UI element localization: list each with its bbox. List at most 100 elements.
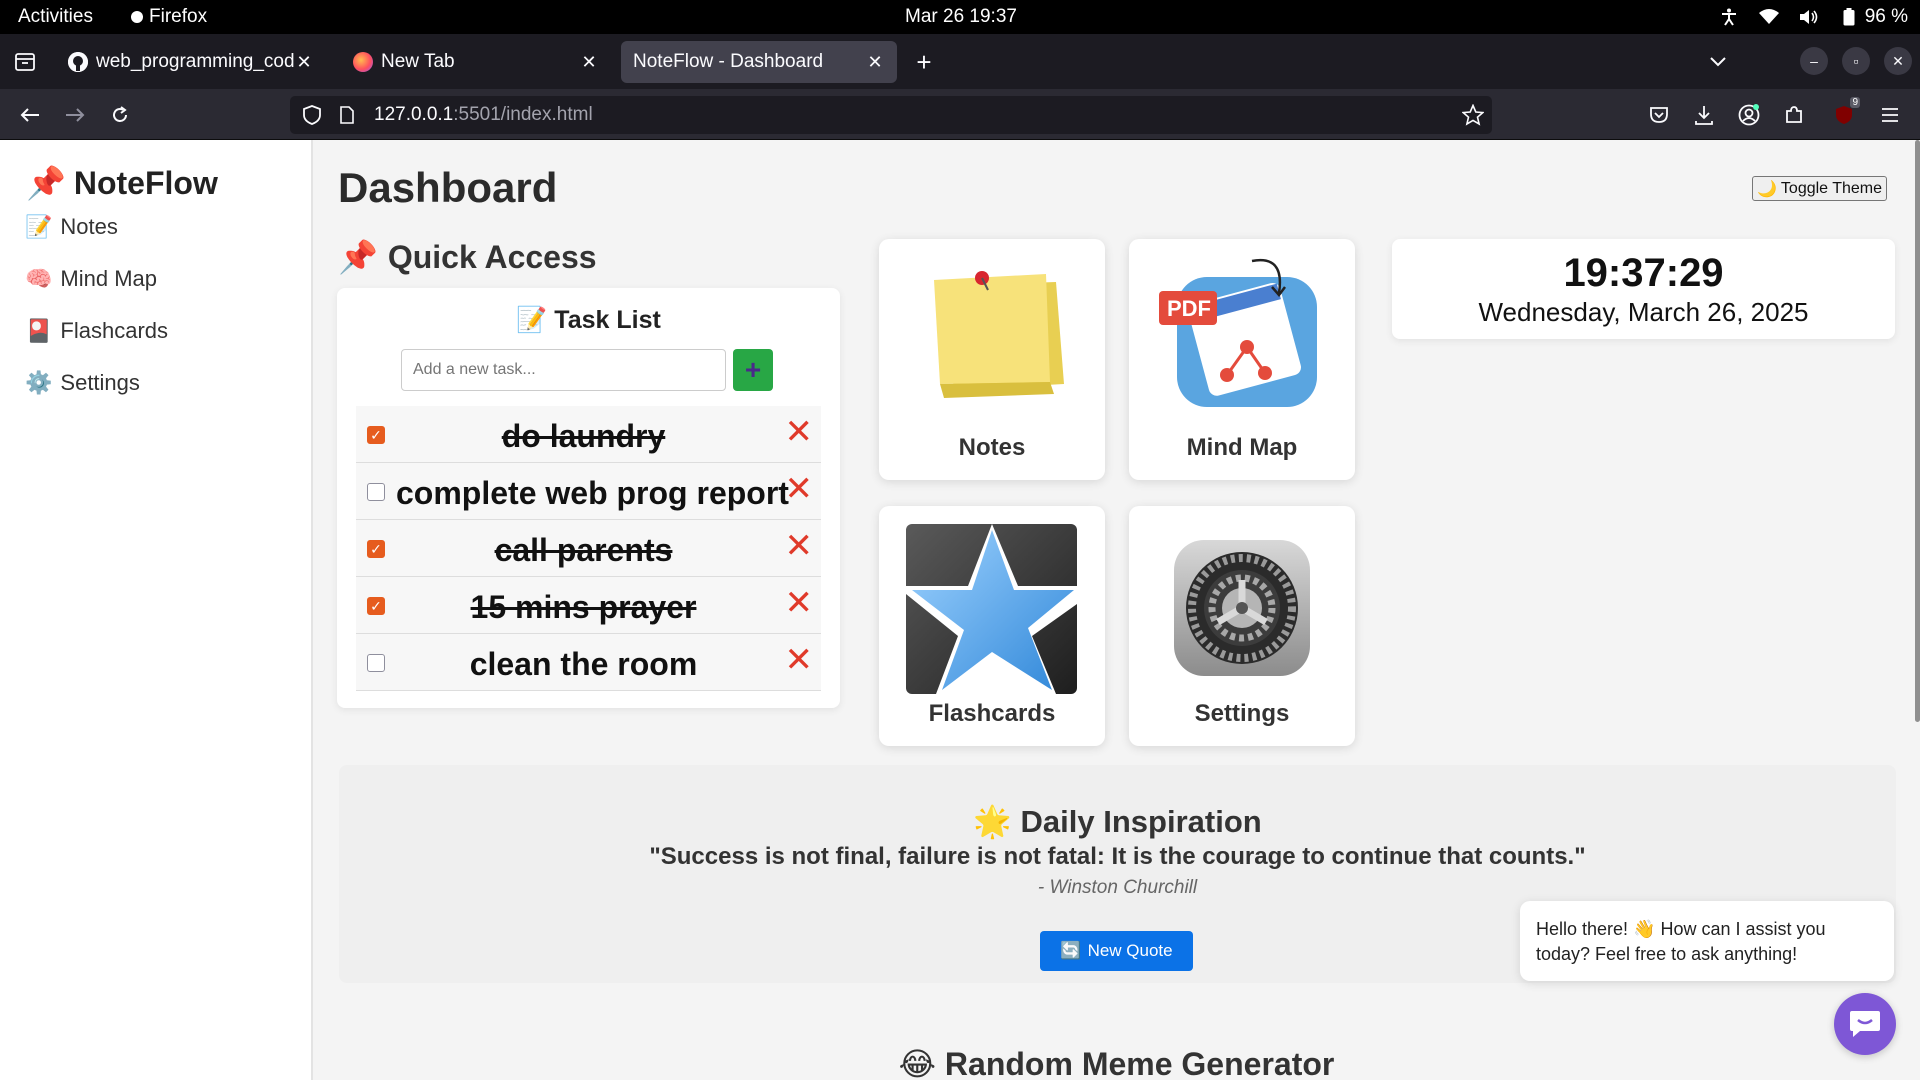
url-text[interactable]: 127.0.0.1:5501/index.html: [374, 104, 593, 126]
volume-icon[interactable]: [1799, 7, 1819, 27]
app-name: Firefox: [149, 6, 208, 27]
chat-greeting-bubble[interactable]: Hello there! 👋 How can I assist you toda…: [1520, 901, 1894, 981]
tile-notes[interactable]: Notes: [879, 239, 1105, 480]
task-checkbox[interactable]: ✓: [367, 597, 385, 615]
sidebar-item-mind-map[interactable]: 🧠 Mind Map: [25, 266, 157, 292]
url-bar[interactable]: 127.0.0.1:5501/index.html: [290, 96, 1492, 134]
new-task-input[interactable]: [401, 349, 726, 391]
close-tab-icon[interactable]: ✕: [294, 52, 314, 73]
new-quote-button[interactable]: 🔄 New Quote: [1040, 931, 1193, 971]
inspiration-title: Daily Inspiration: [1020, 804, 1262, 839]
sidebar: 📌 NoteFlow 📝 Notes 🧠 Mind Map 🎴 Flashcar…: [0, 140, 313, 1080]
extension-badge: 9: [1850, 97, 1860, 108]
gear-icon: ⚙️: [25, 370, 53, 395]
browser-nav-bar: 127.0.0.1:5501/index.html 9: [0, 89, 1920, 140]
task-item: clean the room ✕: [356, 634, 821, 691]
toggle-theme-label: Toggle Theme: [1780, 179, 1883, 197]
tab-new-tab[interactable]: New Tab ✕: [341, 41, 611, 83]
firefox-view-icon[interactable]: [7, 44, 43, 80]
task-text: do laundry: [501, 418, 666, 454]
tile-flashcards[interactable]: Flashcards: [879, 506, 1105, 746]
task-text: complete web prog report: [396, 475, 789, 511]
quote-author: - Winston Churchill: [1037, 877, 1198, 898]
new-quote-label: New Quote: [1087, 941, 1173, 960]
activities-button[interactable]: Activities: [18, 6, 93, 28]
github-icon: [68, 52, 88, 72]
sidebar-item-label: Settings: [60, 370, 140, 395]
reload-icon[interactable]: [102, 97, 138, 133]
flower-cards-icon: 🎴: [25, 318, 53, 343]
task-checkbox[interactable]: ✓: [367, 426, 385, 444]
tile-label: Settings: [1194, 700, 1290, 727]
refresh-icon: 🔄: [1060, 941, 1082, 960]
extensions-puzzle-icon[interactable]: [1776, 97, 1812, 133]
add-task-button[interactable]: +: [733, 349, 773, 391]
sidebar-item-label: Notes: [60, 214, 118, 239]
battery-percent: 96 %: [1864, 6, 1908, 27]
brand[interactable]: 📌 NoteFlow: [26, 164, 218, 202]
delete-task-icon[interactable]: ✕: [785, 472, 814, 506]
back-arrow-icon[interactable]: [12, 97, 48, 133]
account-icon[interactable]: [1731, 97, 1767, 133]
delete-task-icon[interactable]: ✕: [785, 529, 814, 563]
bookmark-star-icon[interactable]: [1461, 103, 1485, 132]
ublock-extension-icon[interactable]: 9: [1826, 97, 1862, 133]
delete-task-icon[interactable]: ✕: [785, 586, 814, 620]
hamburger-menu-icon[interactable]: [1872, 97, 1908, 133]
memo-icon: 📝: [516, 306, 548, 334]
meme-title: Random Meme Generator: [944, 1046, 1335, 1080]
tab-title: web_programming_code: [96, 51, 294, 72]
brain-icon: 🧠: [25, 266, 53, 291]
new-tab-plus-icon[interactable]: +: [906, 44, 942, 80]
clock-time: 19:37:29: [1563, 251, 1724, 295]
close-tab-icon[interactable]: ✕: [579, 52, 599, 73]
app-menu[interactable]: Firefox: [131, 6, 207, 28]
task-checkbox[interactable]: ✓: [367, 540, 385, 558]
page-scrollbar[interactable]: [1915, 140, 1920, 722]
task-item: complete web prog report ✕: [356, 463, 821, 520]
system-top-bar: Activities Firefox Mar 26 19:37 96 %: [0, 0, 1920, 34]
browser-tab-strip: web_programming_code ✕ New Tab ✕ NoteFlo…: [0, 34, 1920, 89]
task-checkbox[interactable]: [367, 654, 385, 672]
tab-noteflow-dashboard[interactable]: NoteFlow - Dashboard ✕: [621, 41, 897, 83]
forward-arrow-icon[interactable]: [57, 97, 93, 133]
delete-task-icon[interactable]: ✕: [785, 643, 814, 677]
sidebar-item-flashcards[interactable]: 🎴 Flashcards: [25, 318, 168, 344]
close-window-icon[interactable]: ✕: [1884, 47, 1912, 75]
tile-settings[interactable]: Settings: [1129, 506, 1355, 746]
shield-icon[interactable]: [290, 105, 334, 125]
tab-list-chevron-icon[interactable]: [1700, 44, 1736, 80]
chat-launcher-button[interactable]: [1834, 993, 1896, 1055]
tile-mind-map[interactable]: PDF Mind Map: [1129, 239, 1355, 480]
task-text: clean the room: [469, 646, 698, 682]
firefox-icon: [353, 52, 373, 72]
task-text: 15 mins prayer: [470, 589, 697, 625]
clock-card: 19:37:29 Wednesday, March 26, 2025: [1392, 239, 1895, 339]
sidebar-item-settings[interactable]: ⚙️ Settings: [25, 370, 140, 396]
toggle-theme-button[interactable]: 🌙 Toggle Theme: [1752, 176, 1888, 201]
wifi-icon[interactable]: [1758, 7, 1779, 27]
star-card-icon: [906, 524, 1077, 694]
battery-icon[interactable]: [1839, 7, 1859, 27]
inspiration-heading: 🌟 Daily Inspiration: [339, 803, 1896, 840]
gear-icon: [1174, 540, 1310, 676]
sidebar-item-notes[interactable]: 📝 Notes: [25, 214, 118, 240]
maximize-icon[interactable]: ▫: [1842, 47, 1870, 75]
mind-map-icon: PDF: [1159, 258, 1317, 407]
minimize-icon[interactable]: –: [1800, 47, 1828, 75]
page-viewport: 📌 NoteFlow 📝 Notes 🧠 Mind Map 🎴 Flashcar…: [0, 140, 1920, 1080]
pocket-icon[interactable]: [1641, 97, 1677, 133]
tab-github[interactable]: web_programming_code ✕: [56, 41, 326, 83]
close-tab-icon[interactable]: ✕: [865, 52, 885, 73]
page-info-icon[interactable]: [334, 106, 360, 124]
delete-task-icon[interactable]: ✕: [785, 415, 814, 449]
brand-name: NoteFlow: [73, 164, 218, 201]
task-list: ✓ do laundry ✕ complete web prog report …: [356, 406, 821, 691]
system-clock[interactable]: Mar 26 19:37: [905, 6, 1017, 28]
task-checkbox[interactable]: [367, 483, 385, 501]
downloads-icon[interactable]: [1686, 97, 1722, 133]
quote-text: "Success is not final, failure is not fa…: [649, 843, 1586, 870]
accessibility-icon[interactable]: [1719, 7, 1739, 27]
tab-title: NoteFlow - Dashboard: [633, 51, 824, 72]
system-tray[interactable]: 96 %: [1719, 6, 1908, 28]
